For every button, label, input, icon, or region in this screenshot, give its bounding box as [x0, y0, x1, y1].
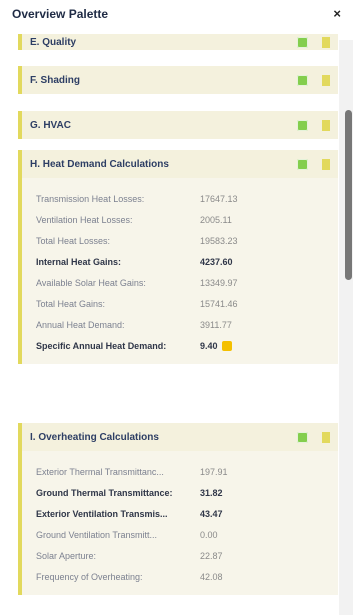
section-header-heat-demand[interactable]: H. Heat Demand Calculations: [18, 150, 338, 178]
check-icon: [297, 431, 308, 443]
row-label: Frequency of Overheating:: [36, 571, 143, 582]
row-value: 0.00: [200, 529, 218, 540]
overheating-body: Exterior Thermal Transmittanc... 197.91 …: [18, 451, 338, 595]
row-label: Internal Heat Gains:: [36, 256, 122, 267]
overheating-row: Exterior Ventilation Transmis... 43.47: [36, 503, 338, 524]
overheating-row: Frequency of Overheating: 42.08: [36, 566, 338, 587]
heat-demand-body: Transmission Heat Losses: 17647.13 Venti…: [18, 178, 338, 364]
row-value: 9.40: [200, 340, 218, 351]
collapse-indicator-icon: [322, 431, 330, 443]
row-label: Total Heat Losses:: [36, 235, 111, 246]
heat-demand-row: Specific Annual Heat Demand: 9.40: [36, 335, 338, 356]
row-label: Ground Ventilation Transmitt...: [36, 529, 158, 540]
collapse-indicator-icon: [322, 119, 330, 131]
row-value: 17647.13: [200, 193, 238, 204]
window-title: Overview Palette: [12, 7, 109, 21]
section-title-quality: E. Quality: [30, 36, 77, 48]
row-value: 19583.23: [200, 235, 238, 246]
row-label: Specific Annual Heat Demand:: [36, 340, 167, 351]
section-header-hvac[interactable]: G. HVAC: [18, 111, 338, 139]
row-value: 42.08: [200, 571, 223, 582]
section-quality[interactable]: E. Quality: [18, 34, 338, 50]
row-label: Exterior Thermal Transmittanc...: [36, 466, 164, 477]
section-header-overheating[interactable]: I. Overheating Calculations: [18, 423, 338, 451]
section-overheating: I. Overheating Calculations Exterior The…: [18, 423, 338, 595]
check-icon: [297, 74, 308, 86]
section-heat-demand: H. Heat Demand Calculations Transmission…: [18, 150, 338, 364]
section-title-overheating: I. Overheating Calculations: [30, 431, 159, 443]
row-label: Ventilation Heat Losses:: [36, 214, 133, 225]
collapse-indicator-icon: [322, 158, 330, 170]
row-value: 4237.60: [200, 256, 233, 267]
row-value: 43.47: [200, 508, 223, 519]
section-header-quality[interactable]: E. Quality: [18, 34, 338, 50]
row-value: 3911.77: [200, 319, 232, 330]
heat-demand-row: Total Heat Losses: 19583.23: [36, 230, 338, 251]
section-header-shading[interactable]: F. Shading: [18, 66, 338, 94]
section-shading[interactable]: F. Shading: [18, 66, 338, 94]
row-label: Solar Aperture:: [36, 550, 97, 561]
overheating-row: Solar Aperture: 22.87: [36, 545, 338, 566]
row-value: 31.82: [200, 487, 223, 498]
overheating-row: Exterior Thermal Transmittanc... 197.91: [36, 461, 338, 482]
row-value: 197.91: [200, 466, 228, 477]
row-label: Ground Thermal Transmittance:: [36, 487, 173, 498]
check-icon: [297, 119, 308, 131]
warning-icon: [221, 340, 232, 351]
row-label: Transmission Heat Losses:: [36, 193, 145, 204]
section-title-shading: F. Shading: [30, 74, 80, 86]
section-title-heat-demand: H. Heat Demand Calculations: [30, 158, 169, 170]
row-label: Annual Heat Demand:: [36, 319, 125, 330]
check-icon: [297, 158, 308, 170]
row-label: Exterior Ventilation Transmis...: [36, 508, 168, 519]
close-button[interactable]: ×: [333, 6, 341, 21]
heat-demand-row: Available Solar Heat Gains: 13349.97: [36, 272, 338, 293]
overheating-row: Ground Ventilation Transmitt... 0.00: [36, 524, 338, 545]
row-label: Total Heat Gains:: [36, 298, 106, 309]
heat-demand-row: Ventilation Heat Losses: 2005.11: [36, 209, 338, 230]
collapse-indicator-icon: [322, 36, 330, 48]
collapse-indicator-icon: [322, 74, 330, 86]
row-value: 15741.46: [200, 298, 238, 309]
overheating-row: Ground Thermal Transmittance: 31.82: [36, 482, 338, 503]
title-bar: Overview Palette ×: [0, 0, 353, 34]
row-value: 22.87: [200, 550, 223, 561]
scrollbar[interactable]: [339, 40, 353, 615]
heat-demand-row: Total Heat Gains: 15741.46: [36, 293, 338, 314]
heat-demand-row: Annual Heat Demand: 3911.77: [36, 314, 338, 335]
row-label: Available Solar Heat Gains:: [36, 277, 146, 288]
row-value: 2005.11: [200, 214, 232, 225]
section-title-hvac: G. HVAC: [30, 119, 71, 131]
heat-demand-row: Transmission Heat Losses: 17647.13: [36, 188, 338, 209]
scroll-thumb[interactable]: [345, 110, 352, 280]
row-value: 13349.97: [200, 277, 238, 288]
check-icon: [297, 36, 308, 48]
section-hvac[interactable]: G. HVAC: [18, 111, 338, 139]
heat-demand-row: Internal Heat Gains: 4237.60: [36, 251, 338, 272]
